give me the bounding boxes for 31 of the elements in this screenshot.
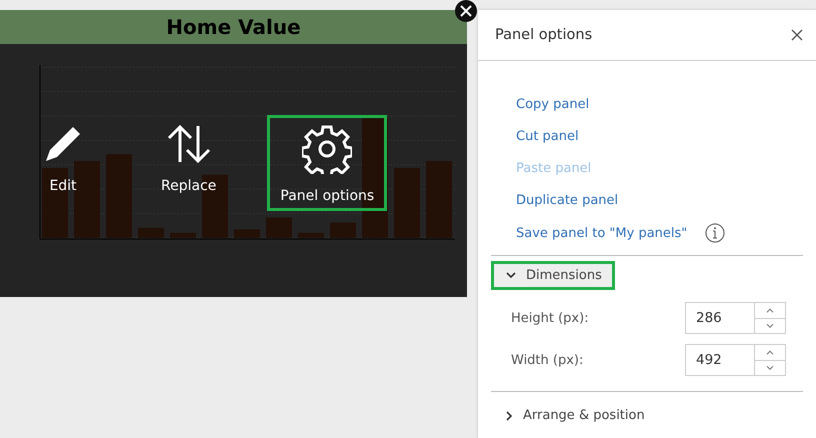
pencil-icon: [43, 124, 83, 164]
panel-title: Panel options: [495, 27, 592, 43]
chevron-down-icon: [506, 272, 516, 279]
menu-item[interactable]: Copy panel: [516, 95, 590, 114]
number-field[interactable]: 286: [685, 302, 786, 334]
edit-button[interactable]: Edit: [30, 115, 96, 201]
replace-button[interactable]: Replace: [148, 115, 230, 201]
menu-item[interactable]: Duplicate panel: [516, 191, 618, 210]
menu-item[interactable]: Cut panel: [516, 127, 579, 146]
number-field[interactable]: 492: [685, 344, 786, 376]
chevron-right-icon: [506, 410, 513, 420]
chart-bar: [234, 229, 260, 238]
chart-bar: [170, 232, 196, 238]
close-icon: [460, 5, 472, 17]
chart-title: Home Value: [0, 10, 467, 44]
chart-bar: [330, 222, 356, 238]
chart-bar: [298, 232, 324, 238]
info-icon[interactable]: [705, 223, 726, 243]
field-label: Width (px):: [511, 352, 584, 368]
close-icon[interactable]: [790, 28, 804, 42]
close-button[interactable]: [455, 0, 477, 22]
swap-arrows-icon: [166, 124, 212, 164]
chart-bar: [394, 168, 420, 238]
section-header[interactable]: Dimensions: [491, 261, 615, 290]
section-header[interactable]: Arrange & position: [491, 401, 658, 430]
chart-bar: [138, 228, 164, 238]
panel-options-button[interactable]: Panel options: [267, 115, 388, 211]
menu-item[interactable]: Save panel to "My panels": [516, 224, 688, 242]
field-label: Height (px):: [511, 310, 589, 326]
gear-icon: [302, 124, 352, 174]
chart-bar: [266, 217, 292, 238]
